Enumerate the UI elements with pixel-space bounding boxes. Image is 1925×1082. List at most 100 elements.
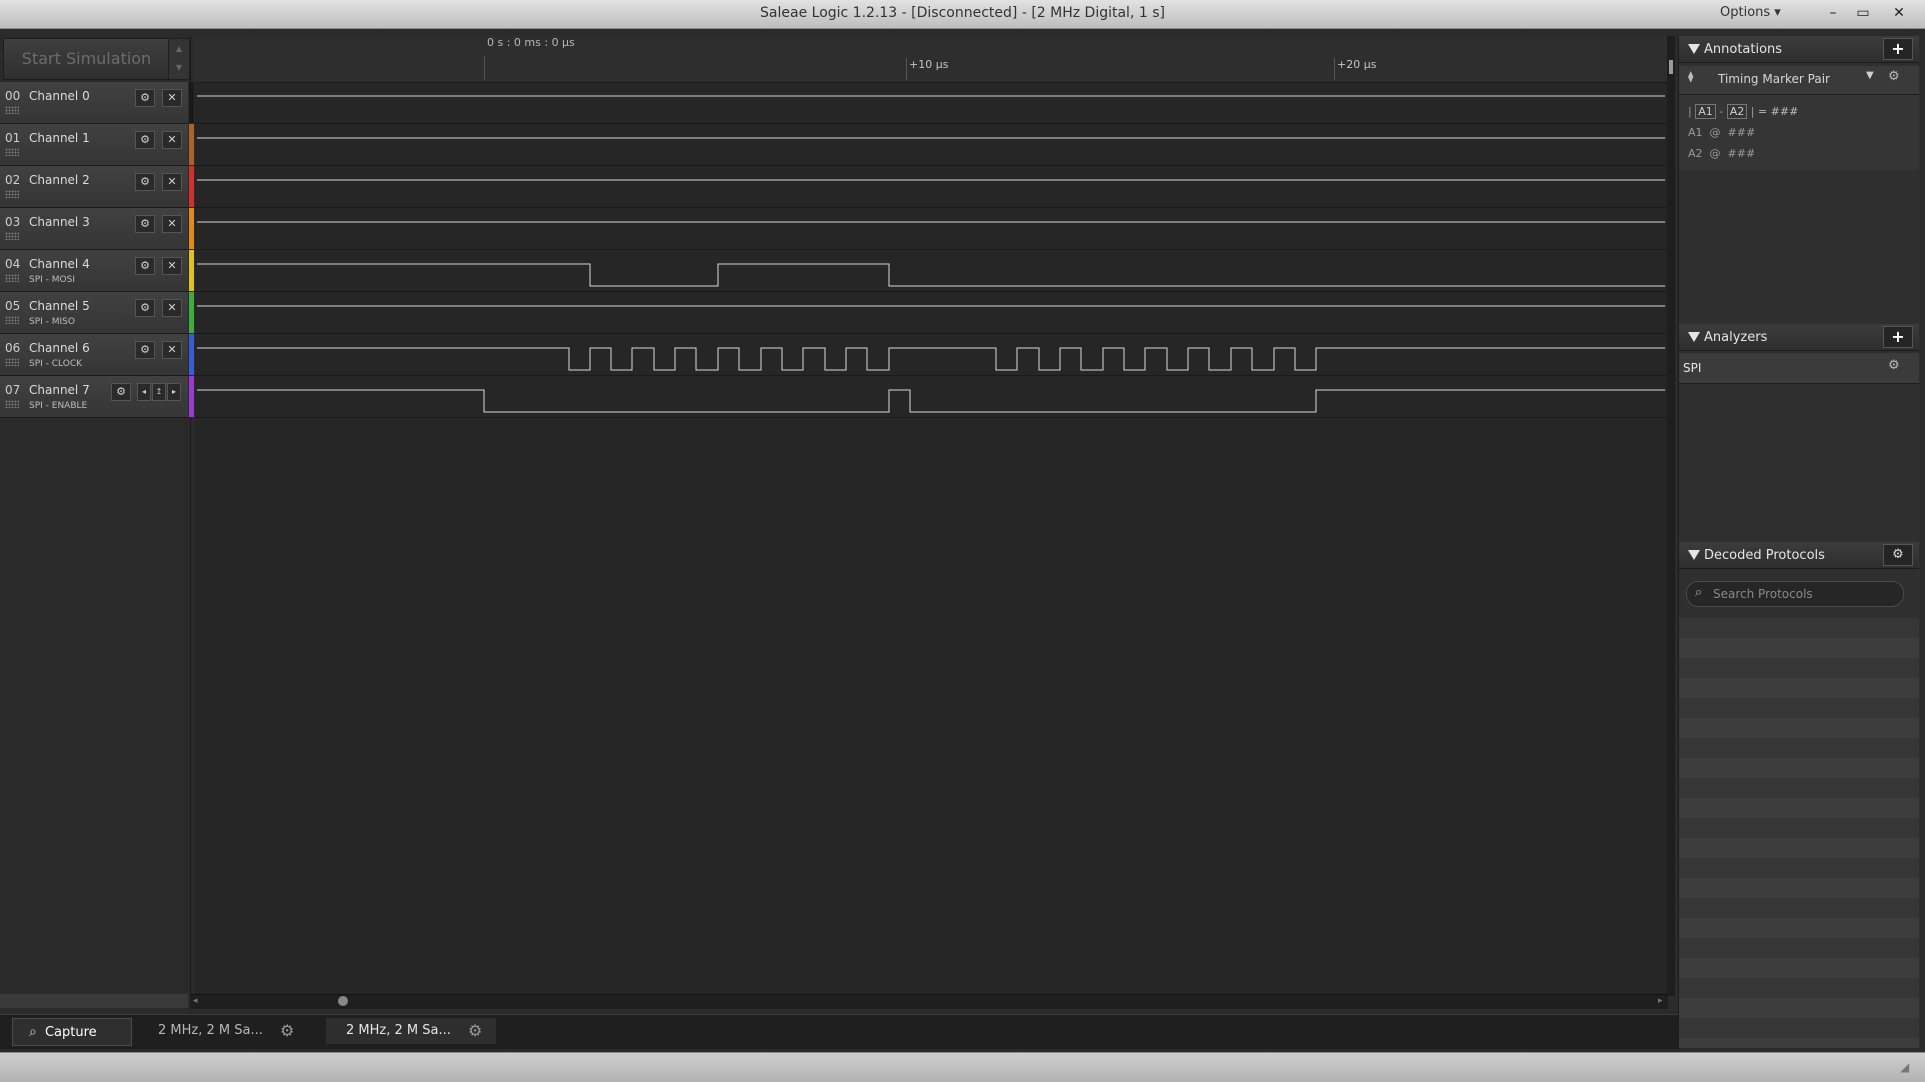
capture-tab[interactable]: ⌕ Capture — [12, 1018, 132, 1046]
channel-row: 06 Channel 6 SPI - CLOCK ⚙ ✕ — [0, 334, 188, 376]
collapse-triangle-icon[interactable] — [1688, 332, 1700, 342]
options-menu[interactable]: Options ▾ — [1720, 0, 1781, 28]
search-protocols-input[interactable]: ⌕ Search Protocols — [1686, 581, 1904, 607]
channel-number: 03 — [5, 215, 21, 229]
channel-color-stripe — [189, 250, 194, 291]
analyzer-item[interactable] — [1679, 353, 1919, 384]
channel-color-stripe — [189, 334, 194, 375]
prev-edge-icon[interactable]: ◂ — [137, 383, 151, 401]
channel-color-stripe — [189, 208, 194, 249]
session-settings-gear-icon[interactable]: ⚙ — [468, 1018, 482, 1044]
channel-settings-gear-icon[interactable]: ⚙ — [135, 89, 155, 107]
channel-row: 04 Channel 4 SPI - MOSI ⚙ ✕ — [0, 250, 188, 292]
channel-row: 02 Channel 2 ⚙ ✕ — [0, 166, 188, 208]
scroll-left-icon[interactable]: ◂ — [193, 996, 198, 1006]
vertical-scrollbar[interactable] — [1667, 36, 1675, 996]
drag-handle[interactable] — [5, 358, 19, 366]
marker-a1-box[interactable]: A1 — [1695, 104, 1716, 119]
waveform-channel-4 — [197, 263, 1665, 287]
channel-settings-gear-icon[interactable]: ⚙ — [111, 383, 131, 401]
channel-number: 00 — [5, 89, 21, 103]
channel-close-icon[interactable]: ✕ — [162, 215, 182, 233]
drag-handle[interactable] — [5, 400, 19, 408]
channel-close-icon[interactable]: ✕ — [162, 341, 182, 359]
trigger-icon[interactable]: ↥ — [152, 383, 166, 401]
drag-handle[interactable] — [5, 232, 19, 240]
close-window-button[interactable]: ✕ — [1888, 3, 1910, 23]
channel-close-icon[interactable]: ✕ — [162, 299, 182, 317]
ruler-tick-label: +20 µs — [1337, 58, 1377, 71]
add-annotation-button[interactable]: + — [1883, 38, 1913, 60]
ruler-tick — [1334, 58, 1335, 80]
horizontal-scrollbar[interactable] — [190, 994, 1668, 1009]
channel-settings-gear-icon[interactable]: ⚙ — [135, 341, 155, 359]
channel-name[interactable]: Channel 2 — [29, 173, 90, 187]
channel-name[interactable]: Channel 4 — [29, 257, 90, 271]
scroll-right-icon[interactable]: ▸ — [1658, 996, 1663, 1006]
channel-analyzer-label: SPI - ENABLE — [29, 401, 88, 411]
collapse-triangle-icon[interactable] — [1688, 44, 1700, 54]
channel-name[interactable]: Channel 6 — [29, 341, 90, 355]
timing-marker-label: Timing Marker Pair — [1718, 72, 1830, 86]
add-analyzer-button[interactable]: + — [1883, 326, 1913, 348]
drag-handle[interactable] — [5, 316, 19, 324]
minimize-button[interactable]: – — [1822, 3, 1844, 23]
channel-name[interactable]: Channel 1 — [29, 131, 90, 145]
marker-dropdown-icon[interactable]: ▼ — [1866, 70, 1874, 81]
next-edge-icon[interactable]: ▸ — [167, 383, 181, 401]
channel-row: 00 Channel 0 ⚙ ✕ — [0, 82, 188, 124]
drag-handle[interactable] — [5, 148, 19, 156]
session-tab-2[interactable]: 2 MHz, 2 M Sa... ⚙ — [326, 1018, 496, 1044]
annotations-title: Annotations — [1704, 42, 1783, 57]
marker-pin-icon: ⧫ — [1688, 70, 1694, 83]
channel-color-stripe — [189, 124, 194, 165]
restore-button[interactable]: ▭ — [1852, 3, 1874, 23]
channel-settings-gear-icon[interactable]: ⚙ — [135, 131, 155, 149]
window-title: Saleae Logic 1.2.13 - [Disconnected] - [… — [760, 5, 1165, 21]
analyzer-name: SPI — [1683, 361, 1702, 375]
channel-name[interactable]: Channel 0 — [29, 89, 90, 103]
resize-grip-icon[interactable]: ◢ — [1900, 1060, 1909, 1074]
session-tab-1[interactable]: 2 MHz, 2 M Sa... ⚙ — [138, 1018, 318, 1044]
marker-a1-line: A1 @ ### — [1688, 126, 1756, 139]
marker-settings-gear-icon[interactable]: ⚙ — [1888, 69, 1900, 84]
session-tab-label: 2 MHz, 2 M Sa... — [158, 1023, 263, 1038]
capture-tab-label: Capture — [44, 1025, 97, 1040]
channel-number: 05 — [5, 299, 21, 313]
channel-name[interactable]: Channel 7 — [29, 383, 90, 397]
simulation-options-button[interactable]: ▲ ▼ — [168, 38, 190, 80]
ruler-origin-label: 0 s : 0 ms : 0 µs — [487, 36, 575, 49]
drag-handle[interactable] — [5, 106, 19, 114]
drag-handle[interactable] — [5, 274, 19, 282]
channel-close-icon[interactable]: ✕ — [162, 173, 182, 191]
channel-analyzer-label: SPI - MISO — [29, 317, 75, 327]
decoded-settings-gear-icon[interactable]: ⚙ — [1883, 544, 1913, 566]
collapse-triangle-icon[interactable] — [1688, 550, 1700, 560]
analyzer-settings-gear-icon[interactable]: ⚙ — [1888, 358, 1900, 373]
start-simulation-button[interactable]: Start Simulation — [3, 38, 170, 80]
left-panel-scrollbar[interactable] — [0, 994, 188, 1008]
channel-name[interactable]: Channel 5 — [29, 299, 90, 313]
status-bar — [0, 1052, 1925, 1082]
search-placeholder: Search Protocols — [1713, 587, 1813, 601]
channel-name[interactable]: Channel 3 — [29, 215, 90, 229]
decoded-protocols-list[interactable] — [1679, 618, 1919, 1048]
channel-color-stripe — [189, 292, 194, 333]
ruler-origin-line — [484, 56, 485, 80]
channel-settings-gear-icon[interactable]: ⚙ — [135, 299, 155, 317]
channel-settings-gear-icon[interactable]: ⚙ — [135, 215, 155, 233]
vertical-scroll-thumb[interactable] — [1669, 60, 1673, 74]
marker-a2-box[interactable]: A2 — [1726, 104, 1748, 119]
horizontal-scroll-thumb[interactable] — [338, 996, 348, 1006]
channel-close-icon[interactable]: ✕ — [162, 89, 182, 107]
channel-settings-gear-icon[interactable]: ⚙ — [135, 257, 155, 275]
channel-settings-gear-icon[interactable]: ⚙ — [135, 173, 155, 191]
channel-color-stripe — [189, 82, 194, 123]
channel-close-icon[interactable]: ✕ — [162, 257, 182, 275]
drag-handle[interactable] — [5, 190, 19, 198]
channel-number: 07 — [5, 383, 21, 397]
channel-close-icon[interactable]: ✕ — [162, 131, 182, 149]
session-settings-gear-icon[interactable]: ⚙ — [280, 1018, 294, 1044]
waveform-channel-7 — [197, 389, 1665, 413]
channel-analyzer-label: SPI - MOSI — [29, 275, 75, 285]
